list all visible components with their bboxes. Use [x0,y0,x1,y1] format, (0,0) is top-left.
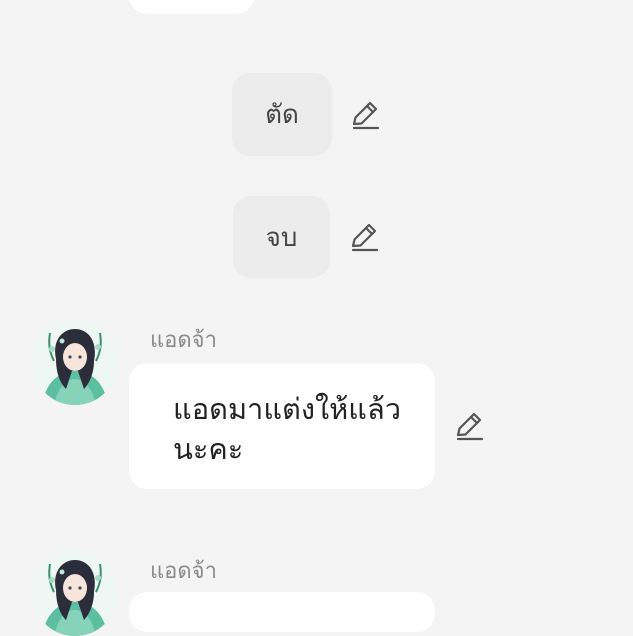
narration-cut-text: ตัด [265,100,299,130]
message-bubble[interactable] [129,592,435,632]
edit-icon[interactable] [452,409,486,443]
sender-name: แอดจ้า [150,328,217,353]
narration-end-text: จบ [265,222,298,253]
sender-name: แอดจ้า [150,559,217,584]
previous-message-bubble [129,0,254,14]
edit-icon[interactable] [348,98,382,132]
avatar[interactable] [32,550,118,636]
message-text: แอดมาแต่งให้แล้วนะคะ [173,392,402,466]
message-bubble[interactable]: แอดมาแต่งให้แล้วนะคะ [129,363,435,489]
narration-bubble-end[interactable]: จบ [233,196,330,278]
narration-bubble-cut[interactable]: ตัด [232,73,332,156]
avatar[interactable] [32,319,118,405]
edit-icon[interactable] [347,220,381,254]
